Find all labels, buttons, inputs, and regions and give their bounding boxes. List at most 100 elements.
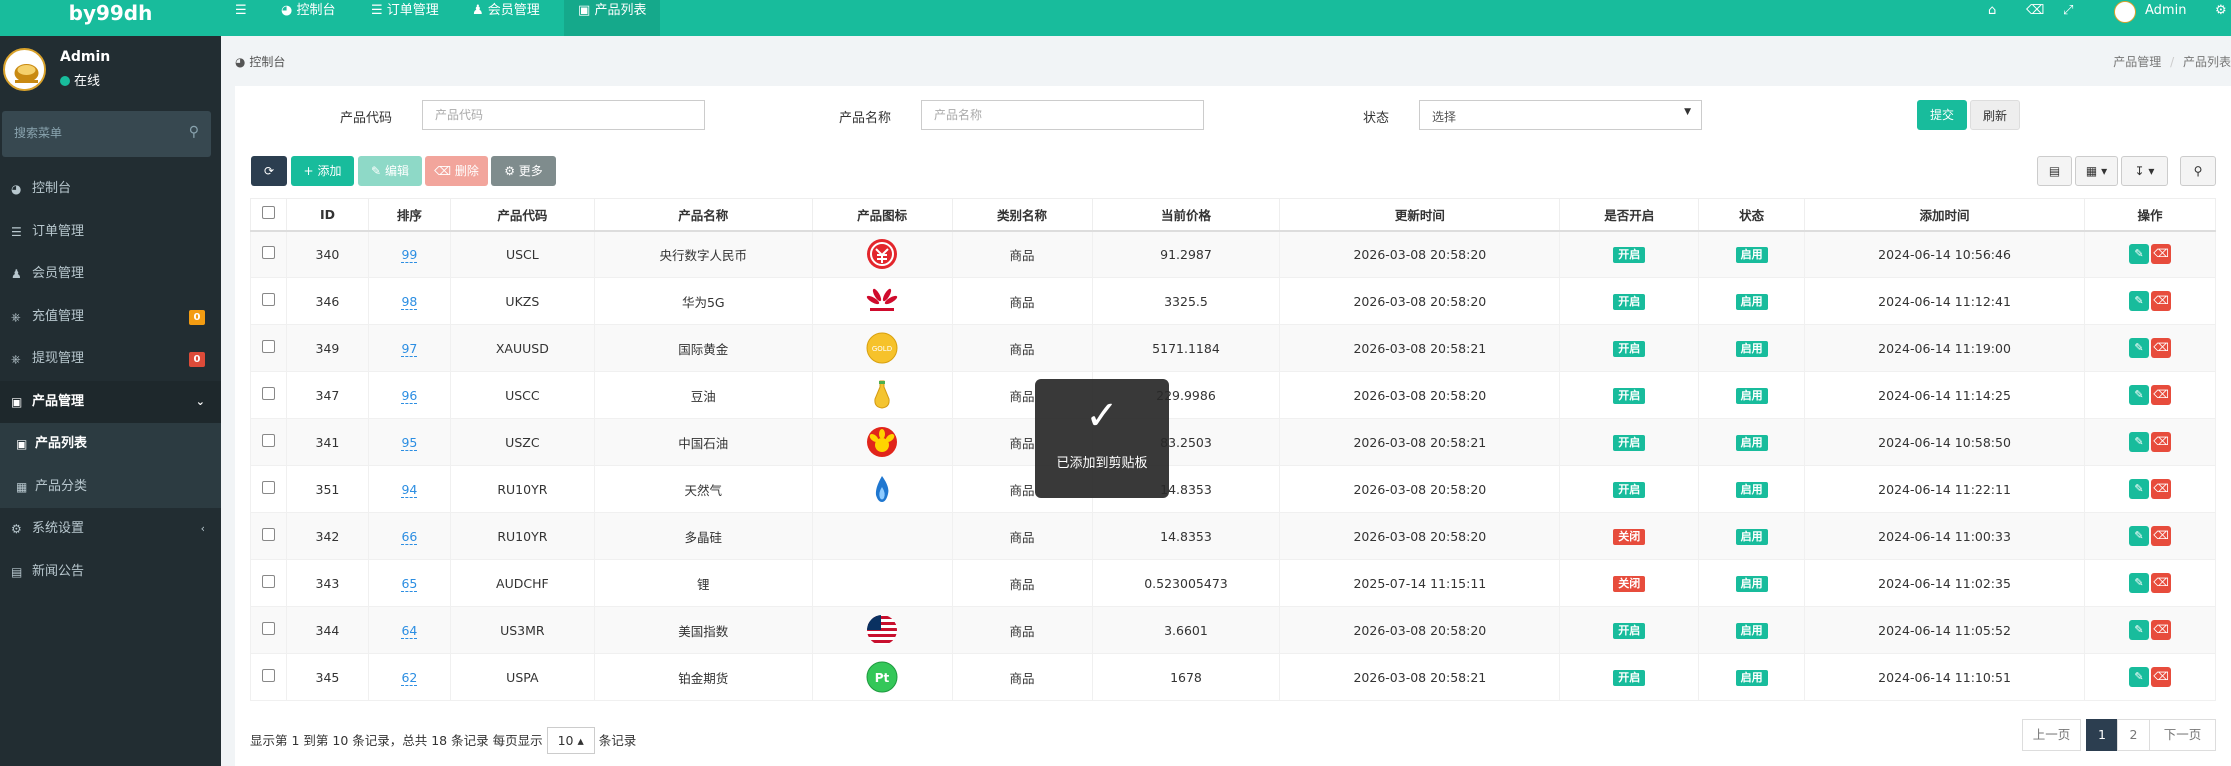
col-header[interactable]: ID xyxy=(285,198,369,232)
sidebar-item-products[interactable]: ▣ 产品管理 ⌄ xyxy=(0,380,221,423)
gold-icon[interactable]: GOLD xyxy=(866,332,898,364)
status-badge[interactable]: 启用 xyxy=(1735,622,1768,639)
status-badge[interactable]: 启用 xyxy=(1735,387,1768,404)
status-select[interactable]: 选择 ▼ xyxy=(1419,100,1702,130)
sort-editable[interactable]: 95 xyxy=(401,434,418,451)
open-status-badge[interactable]: 开启 xyxy=(1613,481,1646,498)
row-delete-button[interactable]: ⌫ xyxy=(2150,244,2171,265)
sort-editable[interactable]: 66 xyxy=(401,528,418,545)
brand-logo[interactable]: by99dh xyxy=(0,0,221,36)
select-all-checkbox[interactable] xyxy=(261,206,275,220)
admin-name[interactable]: Admin xyxy=(2145,0,2186,22)
sidebar-item-settings[interactable]: ⚙ 系统设置 ‹ xyxy=(0,508,221,551)
sidebar-item-members[interactable]: ♟ 会员管理 xyxy=(0,253,221,296)
toggle-view-button[interactable]: ▤ xyxy=(2037,156,2072,186)
sort-editable[interactable]: 99 xyxy=(401,246,418,263)
col-header[interactable]: 当前价格 xyxy=(1091,198,1281,232)
status-badge[interactable]: 启用 xyxy=(1735,528,1768,545)
status-badge[interactable]: 启用 xyxy=(1735,340,1768,357)
col-header[interactable]: 状态 xyxy=(1698,198,1806,232)
row-delete-button[interactable]: ⌫ xyxy=(2150,338,2171,358)
prev-page-button[interactable]: 上一页 xyxy=(2022,719,2081,751)
page-1-button[interactable]: 1 xyxy=(2086,719,2118,751)
table-row[interactable]: 343 65 AUDCHF 锂 商品 0.523005473 2025-07-14 11:1… xyxy=(250,559,2217,607)
page-2-button[interactable]: 2 xyxy=(2117,719,2150,751)
table-row[interactable]: 345 62 USPA 铂金期货 Pt 商品 1678 2026-03-08 20:58:21… xyxy=(250,653,2217,701)
sort-editable[interactable]: 64 xyxy=(401,622,418,639)
row-edit-button[interactable]: ✎ xyxy=(2128,432,2149,452)
row-edit-button[interactable]: ✎ xyxy=(2128,244,2149,265)
open-status-badge[interactable]: 开启 xyxy=(1613,387,1646,404)
table-row[interactable]: 344 64 US3MR 美国指数 商品 3.6601 2026-03-08 20:58:2… xyxy=(250,606,2217,654)
open-status-badge[interactable]: 开启 xyxy=(1613,434,1646,451)
open-status-badge[interactable]: 开启 xyxy=(1613,293,1646,310)
row-edit-button[interactable]: ✎ xyxy=(2128,385,2149,405)
breadcrumb-item[interactable]: 产品管理 xyxy=(2113,55,2161,69)
row-checkbox[interactable] xyxy=(261,340,275,353)
table-row[interactable]: 349 97 XAUUSD 国际黄金 GOLD 商品 5171.1184 2026-03-08… xyxy=(250,324,2217,372)
row-delete-button[interactable]: ⌫ xyxy=(2150,667,2171,687)
delete-button[interactable]: ⌫ 删除 xyxy=(425,156,488,186)
petrochina-icon[interactable] xyxy=(866,426,898,458)
row-edit-button[interactable]: ✎ xyxy=(2128,667,2149,687)
row-delete-button[interactable]: ⌫ xyxy=(2150,573,2171,593)
home-icon[interactable]: ⌂ xyxy=(1988,0,1996,22)
open-status-badge[interactable]: 关闭 xyxy=(1613,528,1646,545)
row-delete-button[interactable]: ⌫ xyxy=(2150,432,2171,452)
product-code-input[interactable] xyxy=(422,100,705,130)
row-checkbox[interactable] xyxy=(261,246,275,260)
sort-editable[interactable]: 65 xyxy=(401,575,418,592)
sidebar-item-news[interactable]: ▤ 新闻公告 xyxy=(0,551,221,594)
breadcrumb-home[interactable]: ◕ 控制台 xyxy=(235,53,285,70)
sort-editable[interactable]: 98 xyxy=(401,293,418,310)
row-edit-button[interactable]: ✎ xyxy=(2128,338,2149,358)
us-flag-icon[interactable] xyxy=(866,614,898,646)
huawei-icon[interactable] xyxy=(866,285,898,317)
product-name-input[interactable] xyxy=(921,100,1204,130)
tab-dashboard[interactable]: ◕ 控制台 xyxy=(267,0,350,36)
digital-yuan-icon[interactable] xyxy=(866,238,898,270)
sort-editable[interactable]: 96 xyxy=(401,387,418,404)
flame-icon[interactable] xyxy=(866,473,898,505)
oil-bottle-icon[interactable] xyxy=(866,379,898,411)
status-badge[interactable]: 启用 xyxy=(1735,293,1768,310)
columns-button[interactable]: ▦ ▾ xyxy=(2075,156,2118,186)
sidebar-item-product-list[interactable]: ▣ 产品列表 xyxy=(0,423,221,466)
edit-button[interactable]: ✎ 编辑 xyxy=(358,156,422,186)
sort-editable[interactable]: 94 xyxy=(401,481,418,498)
row-delete-button[interactable]: ⌫ xyxy=(2150,620,2171,640)
tab-members[interactable]: ♟ 会员管理 xyxy=(458,0,554,36)
row-checkbox[interactable] xyxy=(261,293,275,306)
fullscreen-icon[interactable]: ⤢ xyxy=(2063,0,2073,22)
status-badge[interactable]: 启用 xyxy=(1735,434,1768,451)
sidebar-item-recharge[interactable]: ⎈ 充值管理 0 xyxy=(0,296,221,339)
open-status-badge[interactable]: 开启 xyxy=(1613,246,1646,263)
sort-editable[interactable]: 62 xyxy=(401,669,418,686)
col-header[interactable]: 类别名称 xyxy=(951,198,1093,232)
status-badge[interactable]: 启用 xyxy=(1735,669,1768,686)
open-status-badge[interactable]: 开启 xyxy=(1613,669,1646,686)
row-checkbox[interactable] xyxy=(261,481,275,494)
sidebar-item-product-category[interactable]: ▦ 产品分类 xyxy=(0,466,221,509)
gear-icon[interactable]: ⚙ xyxy=(2215,0,2227,22)
table-row[interactable]: 342 66 RU10YR 多晶硅 商品 14.8353 2026-03-08 20:58:… xyxy=(250,512,2217,560)
col-header[interactable]: 更新时间 xyxy=(1279,198,1561,232)
page-size-select[interactable]: 10 ▴ xyxy=(546,727,595,754)
row-checkbox[interactable] xyxy=(261,669,275,682)
row-delete-button[interactable]: ⌫ xyxy=(2150,479,2171,499)
row-checkbox[interactable] xyxy=(261,622,275,635)
next-page-button[interactable]: 下一页 xyxy=(2149,719,2216,751)
avatar[interactable] xyxy=(2114,1,2136,23)
col-header[interactable]: 排序 xyxy=(367,198,451,232)
open-status-badge[interactable]: 开启 xyxy=(1613,340,1646,357)
refresh-button[interactable]: ⟳ xyxy=(251,156,287,186)
trash-icon[interactable]: ⌫ xyxy=(2026,0,2044,22)
row-delete-button[interactable]: ⌫ xyxy=(2150,526,2171,546)
row-checkbox[interactable] xyxy=(261,387,275,400)
col-header[interactable]: 是否开启 xyxy=(1559,198,1700,232)
sidebar-item-withdraw[interactable]: ⎈ 提现管理 0 xyxy=(0,338,221,381)
row-edit-button[interactable]: ✎ xyxy=(2128,620,2149,640)
open-status-badge[interactable]: 开启 xyxy=(1613,622,1646,639)
sidebar-item-dashboard[interactable]: ◕ 控制台 xyxy=(0,168,221,211)
sort-editable[interactable]: 97 xyxy=(401,340,418,357)
